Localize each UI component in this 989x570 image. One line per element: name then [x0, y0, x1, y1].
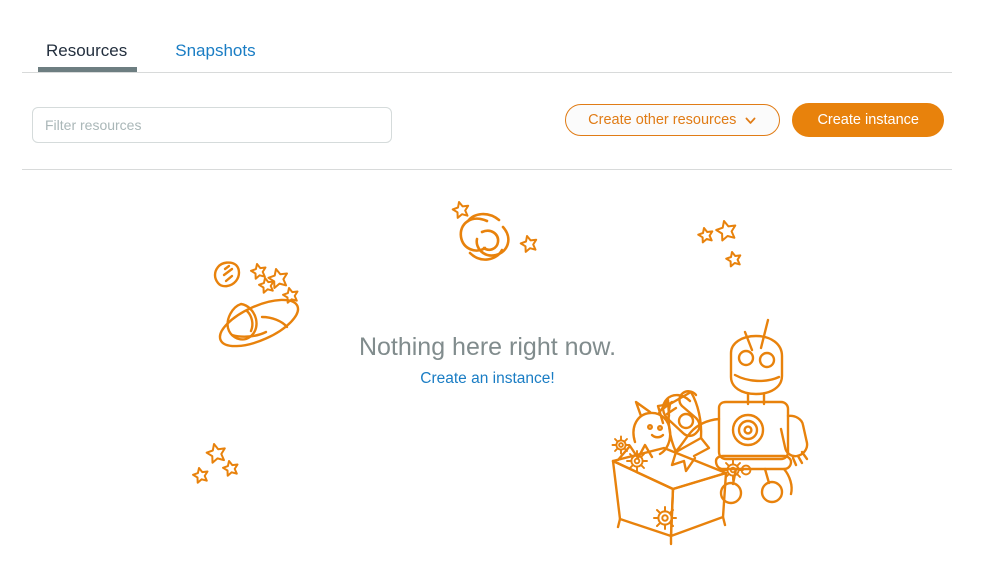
star-icon — [519, 235, 538, 253]
tab-snapshots-label: Snapshots — [175, 41, 256, 60]
meteor-shield-icon — [213, 261, 241, 288]
chevron-down-icon — [744, 114, 757, 127]
lightsail-resources-page: Resources Snapshots Create other resourc… — [0, 0, 989, 570]
tab-resources-label: Resources — [46, 41, 128, 60]
tab-resources[interactable]: Resources — [22, 41, 151, 72]
create-other-resources-label: Create other resources — [588, 111, 737, 128]
star-cluster-top-right-icon — [697, 220, 742, 268]
gear-icon — [611, 435, 631, 455]
create-instance-button[interactable]: Create instance — [792, 103, 944, 137]
tab-bar: Resources Snapshots — [22, 34, 952, 72]
star-icon — [451, 201, 470, 219]
create-instance-label: Create instance — [817, 111, 919, 128]
empty-state: Nothing here right now. Create an instan… — [0, 180, 975, 570]
empty-state-title: Nothing here right now. — [358, 333, 617, 361]
star-cluster-left-icon — [250, 263, 299, 304]
create-other-resources-button[interactable]: Create other resources — [565, 104, 781, 136]
gear-icon — [740, 464, 752, 476]
create-an-instance-link[interactable]: Create an instance! — [420, 369, 554, 389]
tab-snapshots[interactable]: Snapshots — [151, 41, 279, 72]
tab-list: Resources Snapshots — [22, 34, 952, 72]
gear-icon — [722, 459, 744, 481]
tab-bar-divider — [22, 72, 952, 73]
resources-toolbar: Create other resources Create instance — [22, 94, 952, 152]
empty-state-text: Nothing here right now. Create an instan… — [0, 332, 975, 389]
star-cluster-bottom-left-icon — [192, 443, 239, 484]
gear-icon — [653, 506, 677, 530]
toolbar-actions: Create other resources Create instance — [565, 103, 944, 137]
filter-resources-input[interactable] — [32, 107, 392, 143]
open-box-with-rocket-icon — [611, 390, 728, 546]
toolbar-divider — [22, 169, 952, 170]
gear-icon — [626, 450, 648, 472]
spiral-galaxy-icon — [459, 212, 510, 261]
